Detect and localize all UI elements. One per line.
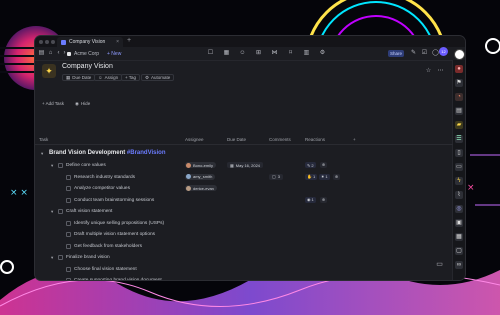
note-icon[interactable]: ▤ — [455, 107, 463, 115]
bottom-rows-layer — [35, 36, 453, 280]
clip-icon[interactable]: ⌇ — [455, 191, 463, 199]
folder-icon[interactable]: ▰ — [455, 121, 463, 129]
page-icon[interactable]: ▭ — [455, 163, 463, 171]
profile-avatar[interactable] — [454, 49, 465, 60]
box-icon[interactable]: ▢ — [455, 247, 463, 255]
svg-text:×: × — [467, 183, 475, 193]
record-icon[interactable]: ● — [455, 65, 463, 73]
doc-icon[interactable]: ▯ — [455, 149, 463, 157]
lightning-icon[interactable]: ϟ — [455, 177, 463, 185]
timer-icon[interactable]: ◔ — [455, 93, 463, 101]
calendar-small-icon[interactable]: ▦ — [455, 233, 463, 241]
link-icon[interactable]: ∞ — [455, 261, 463, 269]
right-app-sidebar: ● ⚑ ◔ ▤ ▰ ☰ ▯ ▭ ϟ ⌇ ◎ ▣ ▦ ▢ ∞ — [452, 60, 465, 280]
flag-icon[interactable]: ⚑ — [455, 79, 463, 87]
svg-text:× ×: × × — [10, 188, 28, 198]
globe-icon[interactable]: ◎ — [455, 205, 463, 213]
list-icon[interactable]: ☰ — [455, 135, 463, 143]
photo-icon[interactable]: ▣ — [455, 219, 463, 227]
